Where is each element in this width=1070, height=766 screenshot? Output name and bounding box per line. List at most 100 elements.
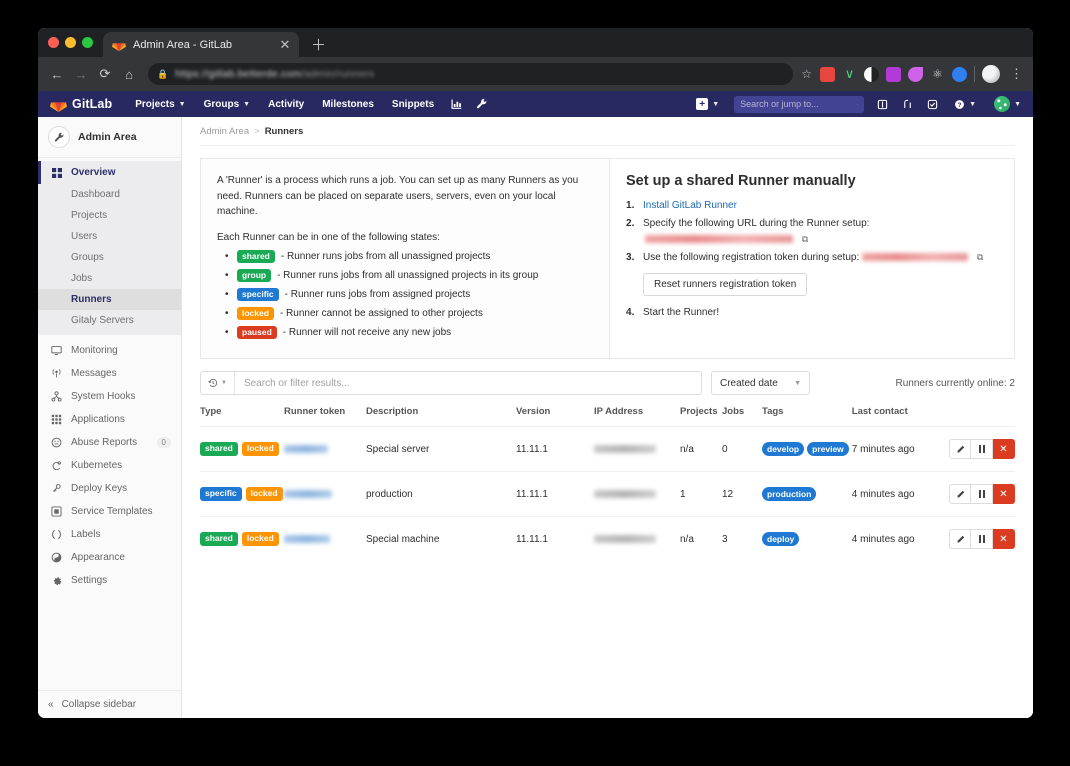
navbar-search[interactable]: [734, 96, 864, 113]
sidebar-item-projects[interactable]: Projects: [38, 205, 181, 226]
maximize-window-button[interactable]: [82, 37, 93, 48]
close-tab-button[interactable]: ✕: [278, 38, 292, 51]
sidebar-item-labels[interactable]: Labels: [38, 523, 181, 546]
edit-runner-button[interactable]: [949, 529, 971, 549]
cell-description: production: [366, 472, 516, 517]
sidebar-overview-group: Overview Dashboard Projects Users Groups…: [38, 158, 181, 335]
new-item-dropdown[interactable]: + ▼: [687, 91, 728, 117]
sidebar-item-kubernetes[interactable]: Kubernetes: [38, 454, 181, 477]
minimize-window-button[interactable]: [65, 37, 76, 48]
sidebar-item-abuse-reports[interactable]: Abuse Reports 0: [38, 431, 181, 454]
edit-runner-button[interactable]: [949, 484, 971, 504]
delete-runner-button[interactable]: ✕: [993, 529, 1015, 549]
runner-tag[interactable]: develop: [762, 442, 804, 456]
home-button[interactable]: ⌂: [118, 63, 140, 85]
extension-fe-icon[interactable]: [820, 67, 835, 82]
copy-icon[interactable]: ⧉: [802, 234, 808, 244]
sidebar-item-dashboard[interactable]: Dashboard: [38, 184, 181, 205]
cell-runner-token[interactable]: [284, 472, 366, 517]
breadcrumb-root[interactable]: Admin Area: [200, 126, 249, 137]
address-bar[interactable]: 🔒 https://gitlab.betterde.com/admin/runn…: [148, 63, 793, 85]
delete-runner-button[interactable]: ✕: [993, 439, 1015, 459]
help-dropdown[interactable]: ? ▼: [945, 91, 985, 117]
sidebar-item-overview[interactable]: Overview: [38, 161, 181, 184]
runner-tag[interactable]: preview: [807, 442, 849, 456]
sidebar: Admin Area Overview Dashboard Projects U…: [38, 117, 182, 718]
runner-token-redacted: [284, 445, 328, 453]
pause-runner-button[interactable]: [971, 439, 993, 459]
todos-icon[interactable]: [920, 91, 945, 117]
bookmark-star-icon[interactable]: ☆: [801, 67, 812, 81]
nav-activity[interactable]: Activity: [259, 91, 313, 117]
extension-purple-icon[interactable]: [886, 67, 901, 82]
issues-icon[interactable]: [870, 91, 895, 117]
pause-runner-button[interactable]: [971, 529, 993, 549]
sidebar-item-runners[interactable]: Runners: [38, 289, 181, 310]
cell-runner-token[interactable]: [284, 517, 366, 562]
extension-atom-icon[interactable]: ⚛: [930, 67, 945, 82]
sidebar-item-groups[interactable]: Groups: [38, 247, 181, 268]
install-gitlab-runner-link[interactable]: Install GitLab Runner: [643, 200, 737, 211]
cell-type: shared locked: [200, 427, 284, 472]
search-filter-input[interactable]: [235, 378, 701, 389]
runner-locked-badge: locked: [246, 487, 283, 500]
profile-avatar[interactable]: [982, 65, 1000, 83]
sidebar-header[interactable]: Admin Area: [38, 117, 181, 158]
extension-blue-icon[interactable]: [952, 67, 967, 82]
nav-milestones[interactable]: Milestones: [313, 91, 383, 117]
gitlab-home-link[interactable]: GitLab: [50, 96, 112, 113]
filter-bar: ▼ Created date ▼ Runners currently onlin…: [200, 371, 1015, 395]
reset-runners-registration-token-button[interactable]: Reset runners registration token: [643, 273, 807, 296]
sidebar-item-deploy-keys[interactable]: Deploy Keys: [38, 477, 181, 500]
chart-icon[interactable]: [443, 91, 469, 117]
delete-runner-button[interactable]: ✕: [993, 484, 1015, 504]
merge-requests-icon[interactable]: [895, 91, 920, 117]
table-row[interactable]: shared locked Special server 11.11.1 n/a…: [200, 427, 1015, 472]
runner-tag[interactable]: production: [762, 487, 816, 501]
runner-tag[interactable]: deploy: [762, 532, 799, 546]
close-window-button[interactable]: [48, 37, 59, 48]
nav-groups[interactable]: Groups▼: [195, 91, 260, 117]
forward-button[interactable]: →: [70, 63, 92, 85]
wrench-icon[interactable]: [469, 91, 495, 117]
sidebar-item-users[interactable]: Users: [38, 226, 181, 247]
sidebar-item-gitaly-servers[interactable]: Gitaly Servers: [38, 310, 181, 331]
copy-icon[interactable]: ⧉: [977, 252, 983, 262]
table-row[interactable]: shared locked Special machine 11.11.1 n/…: [200, 517, 1015, 562]
pause-runner-button[interactable]: [971, 484, 993, 504]
back-button[interactable]: ←: [46, 63, 68, 85]
sidebar-item-applications[interactable]: Applications: [38, 408, 181, 431]
recent-searches-button[interactable]: ▼: [201, 372, 235, 394]
extension-contrast-icon[interactable]: [864, 67, 879, 82]
nav-snippets[interactable]: Snippets: [383, 91, 443, 117]
runners-table-head: Type Runner token Description Version IP…: [200, 406, 1015, 427]
sidebar-item-settings[interactable]: Settings: [38, 569, 181, 592]
nav-projects[interactable]: Projects▼: [126, 91, 194, 117]
cell-runner-token[interactable]: [284, 427, 366, 472]
browser-menu-icon[interactable]: ⋮: [1007, 66, 1023, 82]
reload-button[interactable]: ⟳: [94, 63, 116, 85]
sort-dropdown[interactable]: Created date ▼: [711, 371, 810, 395]
cell-last-contact: 4 minutes ago: [852, 472, 946, 517]
labels-icon: [50, 529, 63, 540]
sidebar-item-messages-label: Messages: [71, 368, 117, 379]
runner-type-badge: shared: [200, 532, 238, 545]
sidebar-item-appearance[interactable]: Appearance: [38, 546, 181, 569]
edit-runner-button[interactable]: [949, 439, 971, 459]
sidebar-item-messages[interactable]: Messages: [38, 362, 181, 385]
search-filter-box[interactable]: ▼: [200, 371, 702, 395]
new-tab-button[interactable]: ＋: [311, 38, 326, 53]
table-row[interactable]: specific locked production 11.11.1 1 12 …: [200, 472, 1015, 517]
sidebar-item-monitoring[interactable]: Monitoring: [38, 339, 181, 362]
search-input[interactable]: [740, 99, 857, 109]
sidebar-item-system-hooks[interactable]: System Hooks: [38, 385, 181, 408]
extension-v-icon[interactable]: ∨: [842, 67, 857, 82]
sidebar-item-service-templates[interactable]: Service Templates: [38, 500, 181, 523]
collapse-sidebar-button[interactable]: « Collapse sidebar: [38, 690, 181, 718]
extension-pink-icon[interactable]: [908, 67, 923, 82]
cell-last-contact: 4 minutes ago: [852, 517, 946, 562]
grid-icon: [50, 168, 63, 178]
browser-tab[interactable]: Admin Area - GitLab ✕: [103, 32, 299, 57]
sidebar-item-jobs[interactable]: Jobs: [38, 268, 181, 289]
user-menu[interactable]: ▼: [985, 91, 1021, 117]
